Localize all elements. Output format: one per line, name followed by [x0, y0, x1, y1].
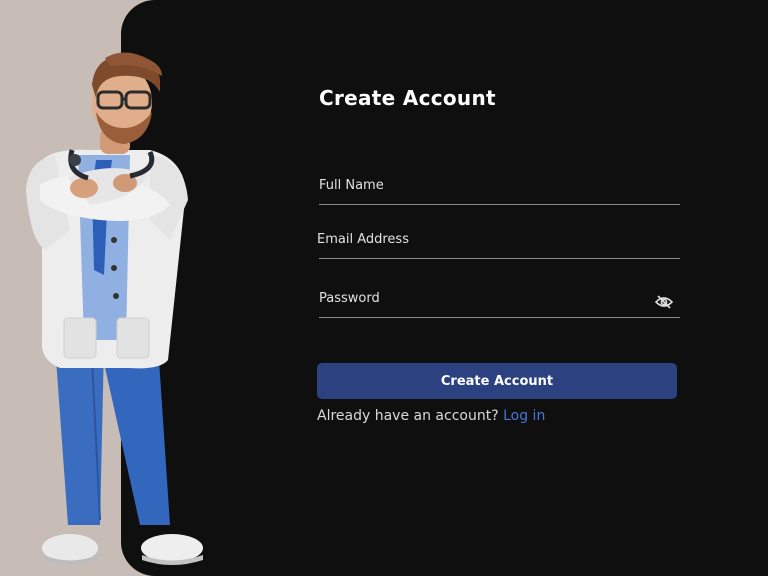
password-field: [319, 283, 680, 318]
login-link[interactable]: Log in: [503, 408, 545, 424]
page-title: Create Account: [319, 86, 496, 110]
email-input[interactable]: [317, 224, 637, 254]
full-name-input[interactable]: [319, 170, 639, 200]
signup-page: Create Account Create Account Already ha…: [0, 0, 768, 576]
password-input[interactable]: [319, 283, 639, 313]
doctor-illustration: [26, 52, 203, 565]
login-prompt-text: Already have an account?: [317, 408, 499, 424]
email-field: [317, 224, 680, 259]
eye-slash-icon[interactable]: [655, 295, 673, 309]
login-prompt: Already have an account? Log in: [317, 408, 545, 424]
full-name-field: [319, 170, 680, 205]
create-account-button[interactable]: Create Account: [317, 363, 677, 399]
